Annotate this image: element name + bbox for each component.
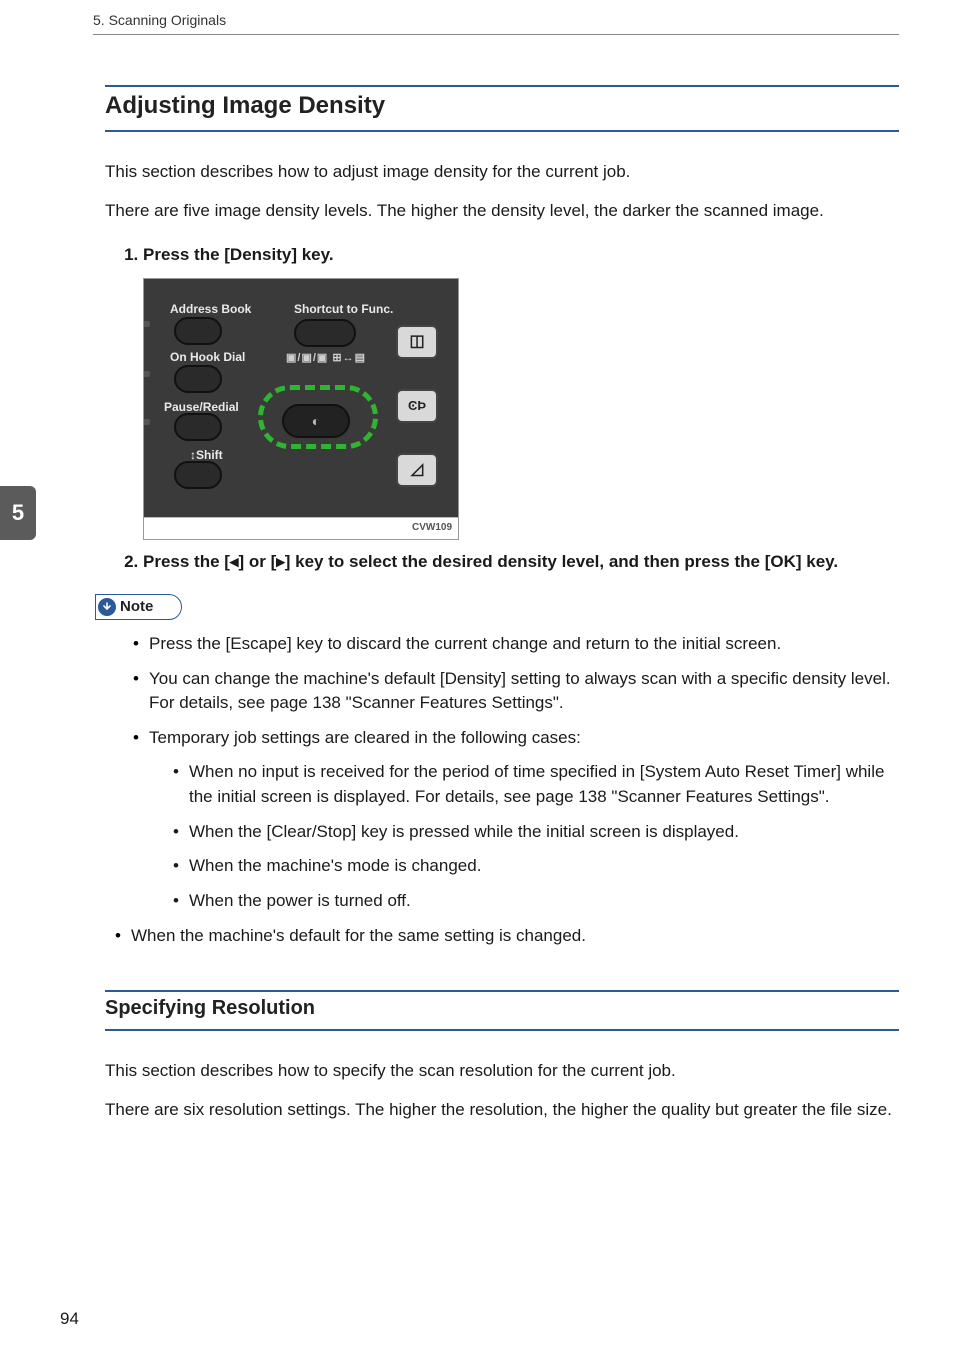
note-label: Note xyxy=(120,596,153,618)
page-number: 94 xyxy=(60,1307,79,1332)
intro-para-2: There are five image density levels. The… xyxy=(105,199,899,224)
panel-figure: Address Book Shortcut to Func. On Hook D… xyxy=(143,278,459,540)
step-1-text: Press the [Density] key. xyxy=(143,245,334,264)
step-1: Press the [Density] key. Address Book Sh… xyxy=(143,243,899,539)
note-item: When the machine's default for the same … xyxy=(115,924,899,949)
intro-para-1: This section describes how to adjust ima… xyxy=(105,160,899,185)
control-panel-illustration: Address Book Shortcut to Func. On Hook D… xyxy=(144,279,458,517)
button-on-hook[interactable] xyxy=(174,365,222,393)
label-shift-text: Shift xyxy=(196,448,223,462)
subnote-2: When the [Clear/Stop] key is pressed whi… xyxy=(189,822,739,841)
note-list: Press the [Escape] key to discard the cu… xyxy=(133,632,899,914)
button-mode[interactable]: ◫ xyxy=(396,325,438,359)
running-head: 5. Scanning Originals xyxy=(93,0,899,35)
section-title-density: Adjusting Image Density xyxy=(105,85,899,132)
note-text-3: Temporary job settings are cleared in th… xyxy=(149,728,581,747)
resolution-para-2: There are six resolution settings. The h… xyxy=(105,1098,899,1123)
figure-caption: CVW109 xyxy=(144,517,458,539)
chapter-tab: 5 xyxy=(0,486,36,540)
note-down-arrow-icon xyxy=(98,598,116,616)
tail-note: When the machine's default for the same … xyxy=(131,926,586,945)
subnote-item: When the machine's mode is changed. xyxy=(173,854,899,879)
button-clear[interactable]: ◿ xyxy=(396,453,438,487)
edge-led-3 xyxy=(144,419,150,425)
button-shortcut[interactable] xyxy=(294,319,356,347)
resolution-para-1: This section describes how to specify th… xyxy=(105,1059,899,1084)
subnote-4: When the power is turned off. xyxy=(189,891,411,910)
step-2: Press the [◂] or [▸] key to select the d… xyxy=(143,550,899,575)
note-text-2: You can change the machine's default [De… xyxy=(149,669,891,713)
section-title-resolution: Specifying Resolution xyxy=(105,990,899,1031)
subnote-list: When no input is received for the period… xyxy=(173,760,899,913)
note-item: Temporary job settings are cleared in th… xyxy=(133,726,899,914)
subnote-item: When the power is turned off. xyxy=(173,889,899,914)
label-address-book: Address Book xyxy=(170,301,251,318)
subnote-item: When the [Clear/Stop] key is pressed whi… xyxy=(173,820,899,845)
steps-list: Press the [Density] key. Address Book Sh… xyxy=(125,243,899,574)
button-address-book[interactable] xyxy=(174,317,222,345)
button-pause-redial[interactable] xyxy=(174,413,222,441)
label-on-hook: On Hook Dial xyxy=(170,349,245,366)
button-shift[interactable] xyxy=(174,461,222,489)
highlight-density-key xyxy=(258,385,378,449)
step-2-text: Press the [◂] or [▸] key to select the d… xyxy=(143,552,838,571)
note-item: You can change the machine's default [De… xyxy=(133,667,899,716)
note-item: Press the [Escape] key to discard the cu… xyxy=(133,632,899,657)
note-callout: Note xyxy=(95,594,182,620)
subnote-3: When the machine's mode is changed. xyxy=(189,856,481,875)
label-shortcut: Shortcut to Func. xyxy=(294,301,393,318)
note-text-1: Press the [Escape] key to discard the cu… xyxy=(149,634,781,653)
button-copy[interactable]: ϾϷ xyxy=(396,389,438,423)
mode-icons-row: ▣/▣/▣ ⊞↔▤ xyxy=(286,351,366,367)
subnote-1: When no input is received for the period… xyxy=(189,762,884,806)
edge-led-2 xyxy=(144,371,150,377)
subnote-item: When no input is received for the period… xyxy=(173,760,899,809)
tail-note-list: When the machine's default for the same … xyxy=(115,924,899,949)
edge-led-1 xyxy=(144,321,150,327)
